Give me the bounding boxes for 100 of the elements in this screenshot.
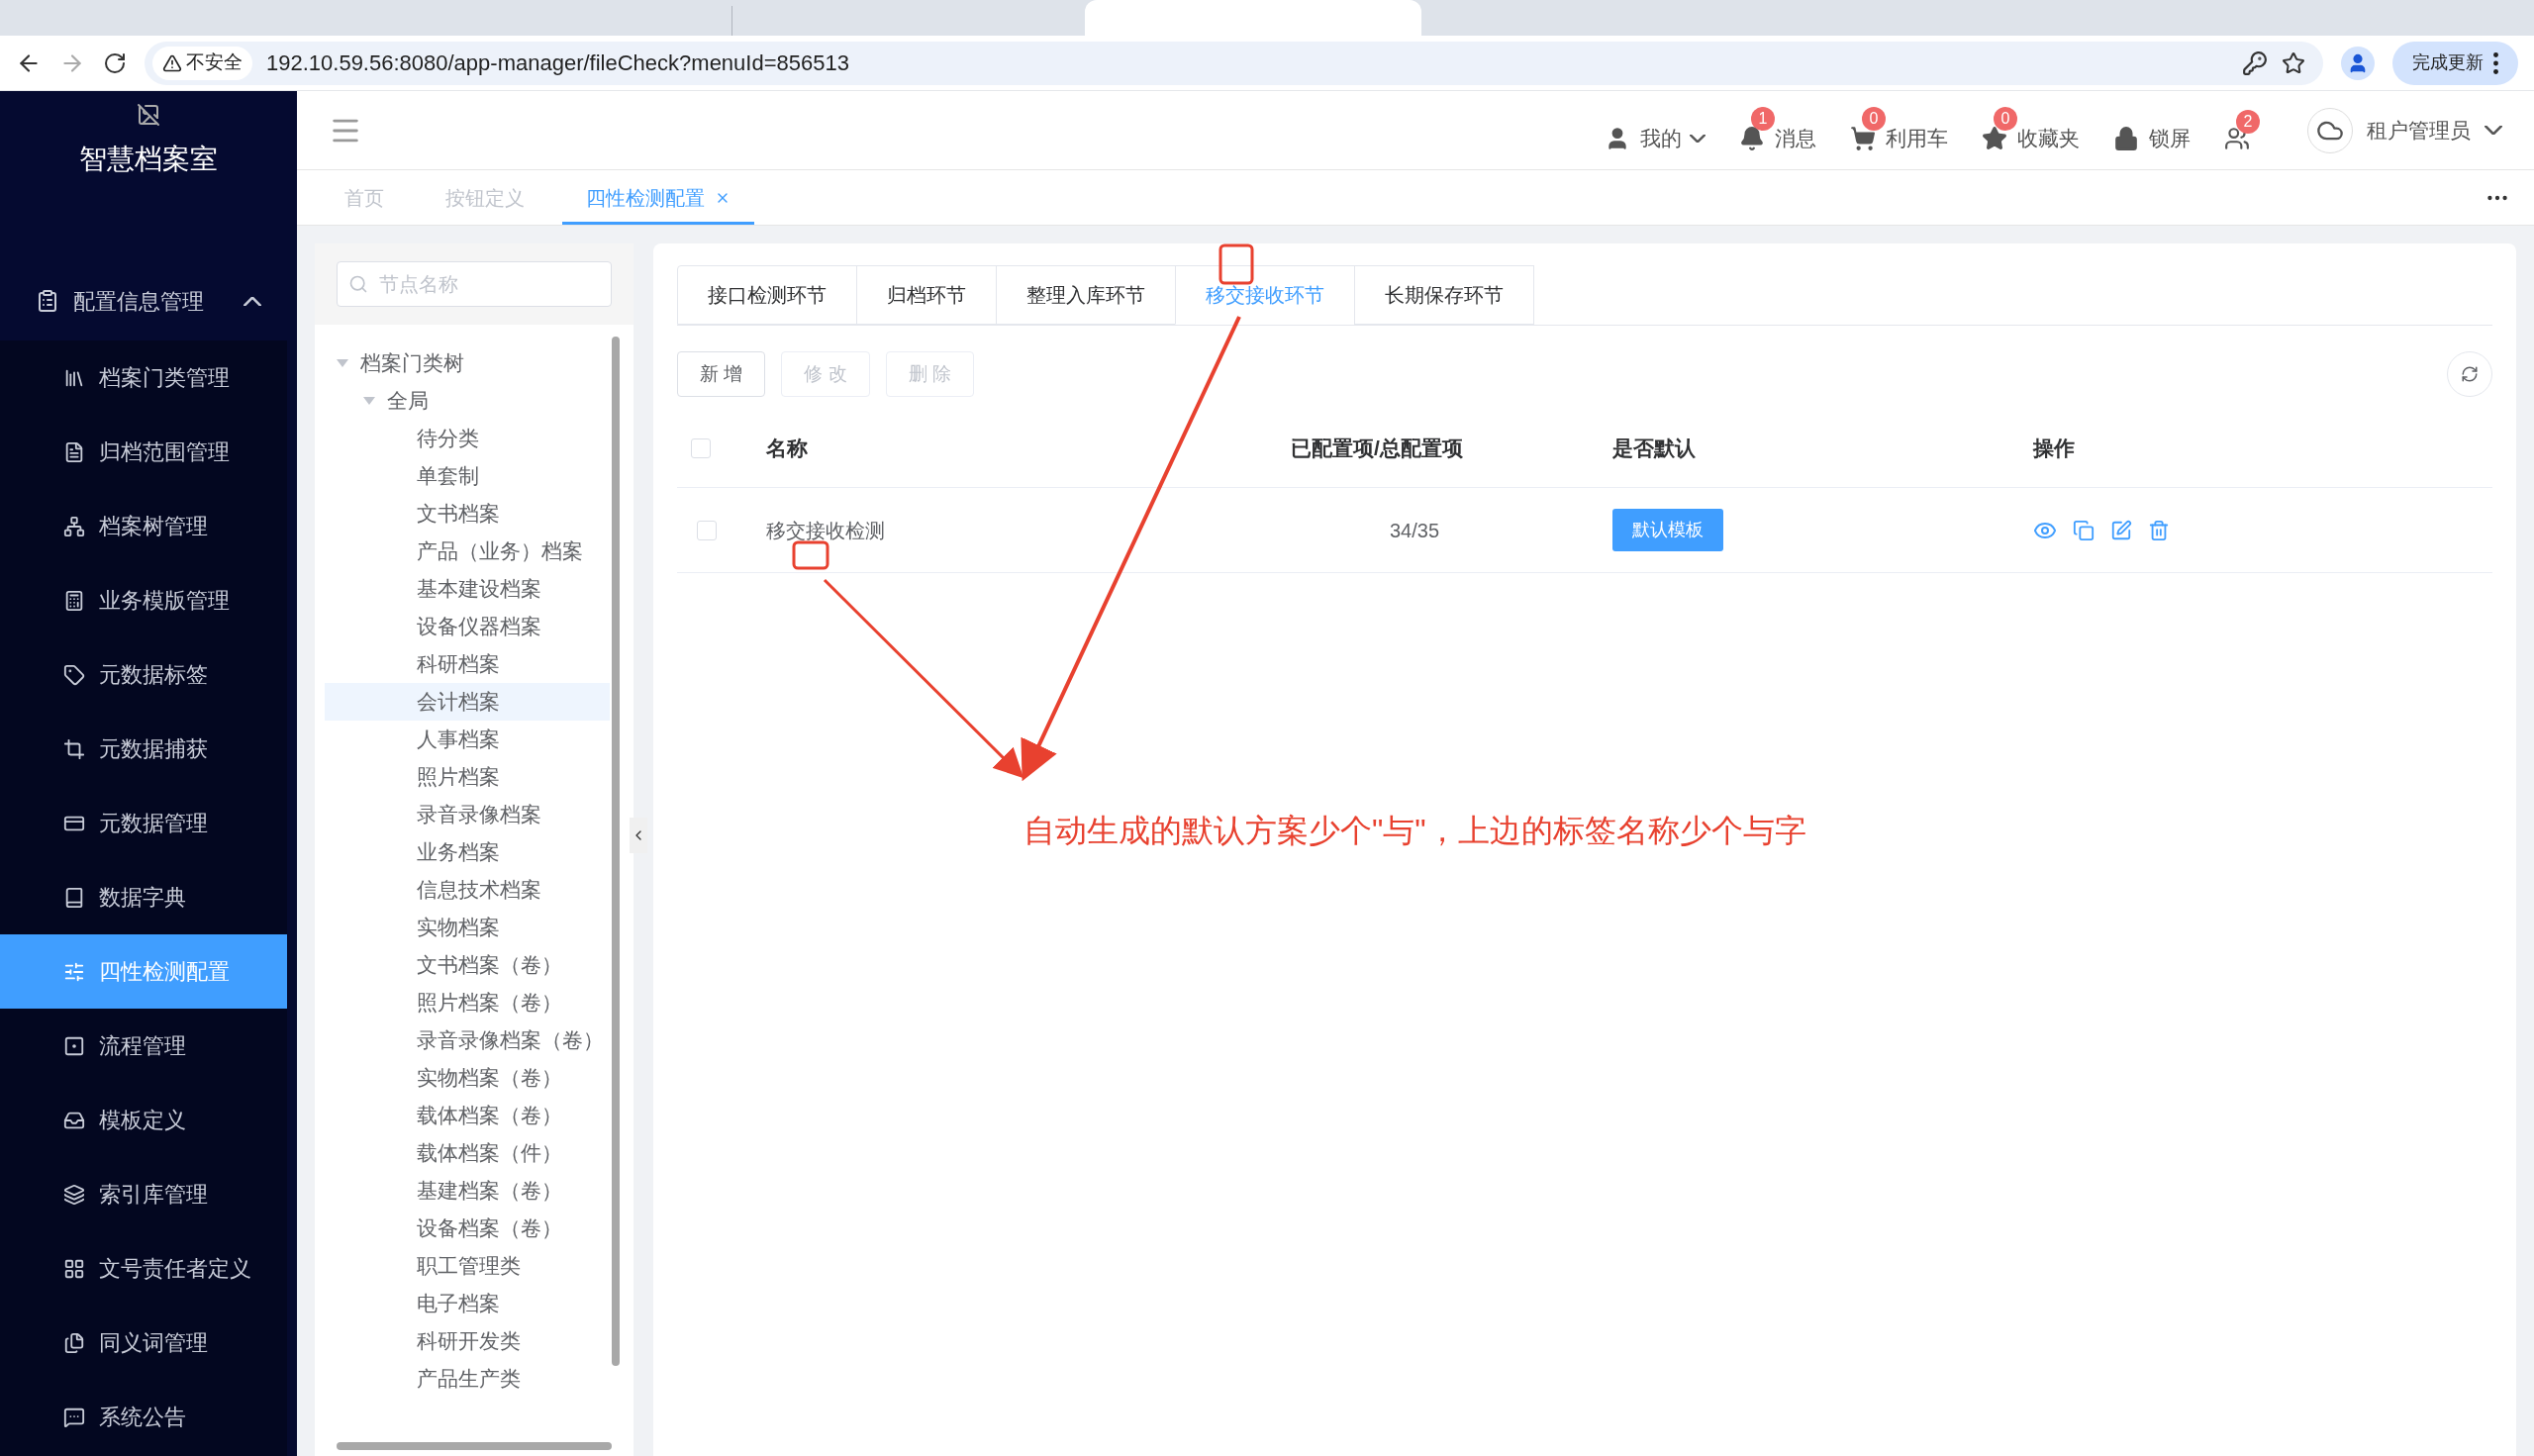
highlight-box [792,540,829,570]
bell-icon [1739,125,1765,151]
tree-node[interactable]: 全局 [325,382,610,420]
more-vertical-icon [2493,51,2498,74]
menu-item[interactable]: 档案门类管理 [0,340,287,415]
panel-icon [63,1034,85,1057]
header-item[interactable]: 1 消息 [1739,106,1828,154]
menu-item[interactable]: 档案树管理 [0,489,287,563]
url-text[interactable]: 192.10.59.56:8080/app-manager/fileCheck?menuId=856513 [266,47,2228,79]
search-field[interactable]: 节点名称 [337,261,612,307]
header-item[interactable]: 我的 [1605,106,1717,154]
users-icon [2224,125,2250,151]
tree-node[interactable]: 基建档案（卷） [325,1172,610,1210]
count-badge: 2 [2236,109,2260,134]
grid-icon [63,1257,85,1280]
count-badge: 0 [1862,106,1886,131]
reload-icon[interactable] [103,50,127,75]
menu-item[interactable]: 元数据捕获 [0,712,287,786]
edit-icon[interactable] [2110,519,2132,541]
row-checkbox[interactable] [697,520,717,540]
star-icon [1982,125,2007,151]
column-header: 操作 [2033,435,2076,461]
header-item[interactable]: 锁屏 [2113,106,2202,154]
table-cell-text: 移交接收检测 [766,518,886,543]
tree-node[interactable]: 基本建设档案 [325,570,610,608]
chat-icon [63,1406,85,1428]
search-icon [348,274,368,294]
header-item[interactable]: 0 利用车 [1850,106,1960,154]
section-tab[interactable]: 归档环节 [856,265,997,325]
tree-node[interactable]: 单套制 [325,457,610,495]
tree-node[interactable]: 人事档案 [325,721,610,758]
chevron-up-icon [244,296,261,306]
tag-icon [63,663,85,686]
security-chip[interactable]: 不安全 [152,46,252,80]
menu-item[interactable]: 流程管理 [0,1009,287,1083]
scrollbar[interactable] [337,1442,612,1450]
header-item[interactable]: 0 收藏夹 [1982,106,2092,154]
tree-node[interactable]: 设备档案（卷） [325,1210,610,1247]
refresh-icon [2461,365,2479,383]
tree-node[interactable]: 待分类 [325,420,610,457]
tree-node[interactable]: 科研开发类 [325,1322,610,1360]
tree-node[interactable]: 照片档案（卷） [325,984,610,1021]
account-menu[interactable]: 租户管理员 [2307,107,2502,153]
chevron-down-icon [1690,134,1706,143]
tree-node[interactable]: 档案门类树 [325,344,610,382]
section-tab[interactable]: 接口检测环节 [677,265,857,325]
tree-node[interactable]: 照片档案 [325,758,610,796]
document-icon [63,440,85,463]
highlight-box [1218,243,1254,285]
menu-item[interactable]: 业务模版管理 [0,563,287,637]
menu-item[interactable]: 系统公告 [0,1380,287,1454]
bookmark-star-icon[interactable] [2282,50,2305,75]
tree-node[interactable]: 电子档案 [325,1285,610,1322]
tree-node[interactable]: 产品生产类 [325,1360,610,1398]
menu-item[interactable]: 文号责任者定义 [0,1231,287,1306]
tree-node[interactable]: 会计档案 [325,683,610,721]
menu-item[interactable]: 模板定义 [0,1083,287,1157]
caret-icon [337,359,348,367]
menu-item[interactable]: 元数据标签 [0,637,287,712]
tree-node[interactable]: 信息技术档案 [325,871,610,909]
menu-item[interactable]: 数据字典 [0,860,287,934]
book-icon [63,886,85,909]
annotation-text: 自动生成的默认方案少个"与"，上边的标签名称少个与字 [1023,812,1806,850]
copy-icon[interactable] [2073,519,2095,541]
tree-node[interactable]: 实物档案（卷） [325,1059,610,1097]
layers-icon [63,1183,85,1206]
count-badge: 1 [1751,106,1775,131]
default-tag: 默认模板 [1612,509,1723,551]
tree-node[interactable]: 职工管理类 [325,1247,610,1285]
profile-avatar[interactable] [2341,46,2375,80]
tree-node[interactable]: 文书档案 [325,495,610,533]
section-tab[interactable]: 长期保存环节 [1354,265,1534,325]
lock-icon [2113,125,2139,151]
tree-node[interactable]: 文书档案（卷） [325,946,610,984]
scrollbar[interactable] [612,337,620,1366]
app-title: 智慧档案室 [79,143,218,176]
cart-icon [1850,125,1876,151]
tree-node[interactable]: 载体档案（卷） [325,1097,610,1134]
menu-item[interactable]: 元数据管理 [0,786,287,860]
address-bar[interactable]: 不安全 192.10.59.56:8080/app-manager/fileCheck?menuId=856513 [145,41,2323,85]
menu-item[interactable]: 归档范围管理 [0,415,287,489]
header-checkbox[interactable] [691,437,711,458]
tree-node[interactable]: 科研档案 [325,645,610,683]
update-button[interactable]: 完成更新 [2392,41,2518,85]
tree-node[interactable]: 录音录像档案（卷） [325,1021,610,1059]
menu-item[interactable]: 同义词管理 [0,1306,287,1380]
tree-node[interactable]: 载体档案（件） [325,1134,610,1172]
tree-node[interactable]: 实物档案 [325,909,610,946]
tree-node[interactable]: 设备仪器档案 [325,608,610,645]
menu-item[interactable]: 索引库管理 [0,1157,287,1231]
delete-icon[interactable] [2148,519,2170,541]
tree-node[interactable]: 产品（业务）档案 [325,533,610,570]
key-icon[interactable] [2242,49,2268,76]
tree-node[interactable]: 业务档案 [325,833,610,871]
hierarchy-icon [63,515,85,537]
collapse-handle[interactable] [630,818,647,853]
crop-icon [63,737,85,760]
toolbar-button[interactable]: 新 增 [677,351,766,397]
chevron-down-icon [2485,126,2502,135]
tree-node[interactable]: 录音录像档案 [325,796,610,833]
